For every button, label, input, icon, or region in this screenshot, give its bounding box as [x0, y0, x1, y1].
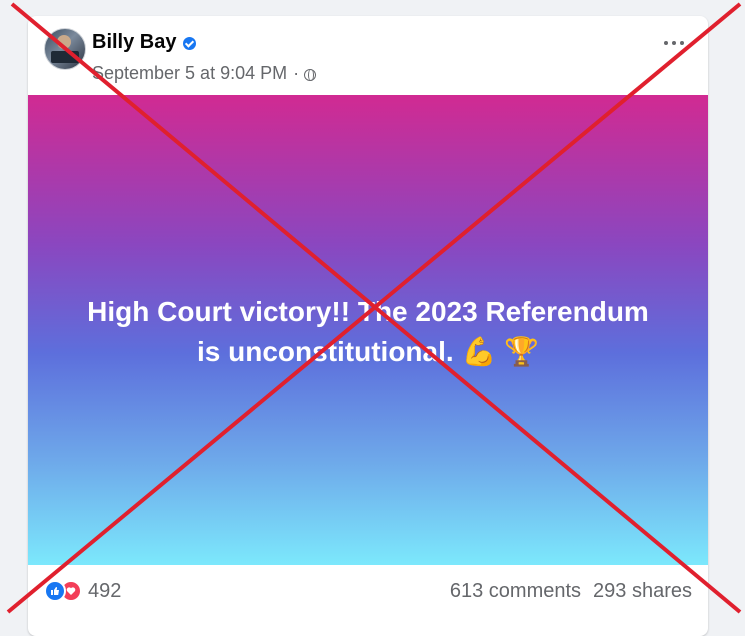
shares-count[interactable]: 293 shares [593, 579, 692, 603]
more-dot [680, 41, 684, 45]
post-text-line-1: High Court victory!! The 2023 Referendum [87, 296, 649, 327]
like-icon [44, 580, 66, 602]
comments-count[interactable]: 613 comments [450, 579, 581, 603]
post-text-line-2-text: is unconstitutional. [197, 336, 454, 367]
author-name[interactable]: Billy Bay [92, 30, 176, 54]
post-meta: September 5 at 9:04 PM · [92, 62, 317, 84]
more-options-icon[interactable] [664, 38, 684, 48]
reaction-count[interactable]: 492 [88, 579, 121, 603]
meta-separator: · [293, 63, 300, 83]
reactions-summary[interactable]: 492 [44, 579, 121, 603]
post-text-line-2: is unconstitutional. 💪 🏆 [48, 332, 688, 372]
engagement-counts: 613 comments 293 shares [450, 579, 692, 603]
author-row: Billy Bay [92, 30, 197, 54]
trophy-emoji: 🏆 [504, 335, 539, 368]
avatar-face [57, 35, 71, 49]
globe-icon[interactable] [304, 69, 317, 81]
more-dot [672, 41, 676, 45]
more-dot [664, 41, 668, 45]
post-footer: 492 613 comments 293 shares [28, 565, 708, 621]
post-background: High Court victory!! The 2023 Referendum… [28, 95, 708, 565]
post-header: Billy Bay September 5 at 9:04 PM · [28, 16, 708, 95]
post-timestamp[interactable]: September 5 at 9:04 PM [92, 62, 287, 84]
avatar[interactable] [44, 28, 86, 70]
post-card: Billy Bay September 5 at 9:04 PM · High … [28, 16, 708, 636]
avatar-sign [51, 51, 79, 63]
flexed-biceps-emoji: 💪 [461, 335, 497, 368]
verified-badge-icon [183, 36, 197, 50]
post-text: High Court victory!! The 2023 Referendum… [48, 292, 688, 372]
